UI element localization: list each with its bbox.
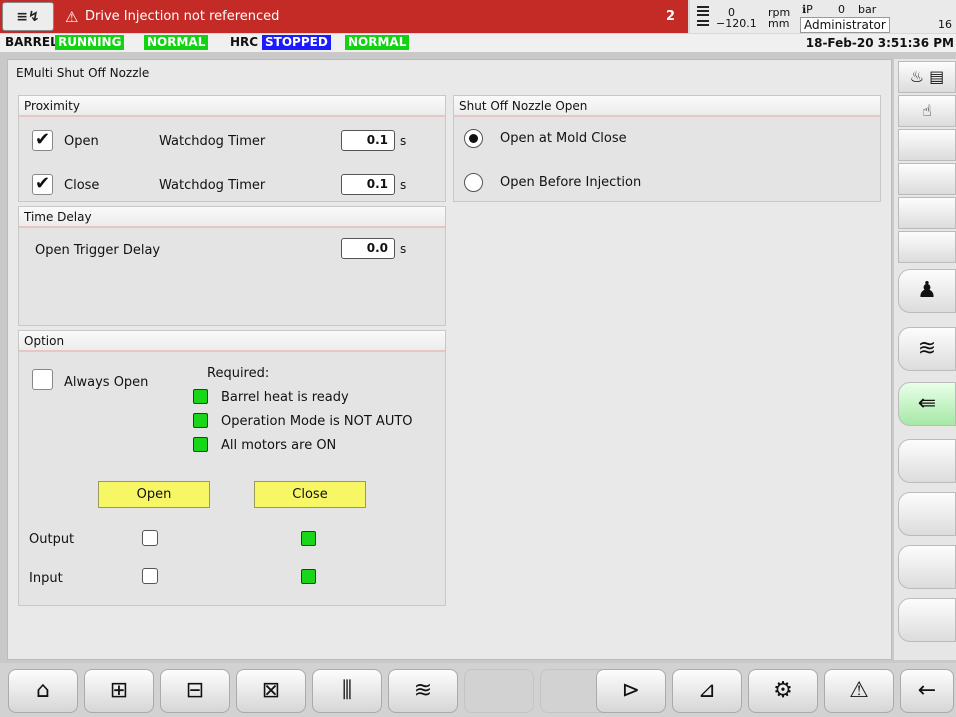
input-close-led [301, 569, 316, 584]
operation-mode-led [193, 413, 208, 428]
chart-icon[interactable]: ⊿ [672, 669, 742, 713]
datetime: 18-Feb-20 3:51:36 PM [805, 36, 954, 50]
injection-icon[interactable]: ⊠ [236, 669, 306, 713]
blank-button-1[interactable] [898, 129, 956, 161]
open-timer-unit: s [400, 134, 407, 148]
open-before-injection-radio[interactable] [464, 173, 483, 192]
user-field[interactable]: Administrator [800, 17, 890, 33]
req-operation-mode: Operation Mode is NOT AUTO [221, 414, 413, 429]
warning-icon: ⚠ [65, 8, 79, 26]
screw-position-value: −120.1 [716, 17, 757, 30]
main-panel: EMulti Shut Off Nozzle Proximity ✔ Open … [7, 59, 892, 660]
clamp-icon[interactable]: ⊟ [160, 669, 230, 713]
settings-icon[interactable]: ⚙ [748, 669, 818, 713]
open-checkbox[interactable]: ✔ [32, 130, 53, 151]
alarm-text: Drive Injection not referenced [85, 9, 280, 24]
blank-bottom-1[interactable] [464, 669, 534, 713]
user-extra: 16 [938, 18, 952, 31]
pressure-unit: bar [858, 3, 877, 16]
alarm-icon[interactable]: ⚠ [824, 669, 894, 713]
close-timer-input[interactable]: 0.1 [341, 174, 395, 195]
mm-unit: mm [768, 17, 790, 30]
temperature-icon[interactable]: ≋ [388, 669, 458, 713]
option-section: Option Always Open Required: Barrel heat… [18, 330, 446, 606]
option-header: Option [19, 331, 445, 352]
barrel-heat-led [193, 389, 208, 404]
close-timer-label: Watchdog Timer [159, 178, 266, 193]
bottom-nav: ⌂ ⊞ ⊟ ⊠ ⫼ ≋ ⊳ ⊿ ⚙ ⚠ ← [0, 663, 956, 717]
trigger-delay-input[interactable]: 0.0 [341, 238, 395, 259]
blank-button-3[interactable] [898, 197, 956, 229]
blank-nav-1[interactable] [898, 439, 956, 483]
trigger-delay-unit: s [400, 242, 407, 256]
home-icon[interactable]: ⌂ [8, 669, 78, 713]
blank-button-2[interactable] [898, 163, 956, 195]
open-at-mold-close-label: Open at Mold Close [500, 131, 627, 146]
barrel-mode: NORMAL [144, 35, 209, 50]
trigger-delay-label: Open Trigger Delay [35, 243, 161, 258]
open-timer-input[interactable]: 0.1 [341, 130, 395, 151]
open-before-injection-label: Open Before Injection [500, 175, 642, 190]
blank-nav-2[interactable] [898, 492, 956, 536]
input-label: Input [29, 571, 63, 586]
blank-nav-4[interactable] [898, 598, 956, 642]
operator-icon[interactable]: ♟ [898, 269, 956, 313]
always-open-label: Always Open [64, 375, 149, 390]
barrel-state: RUNNING [55, 35, 125, 50]
alarm-banner[interactable]: ≡↯ ⚠ Drive Injection not referenced 2 [0, 0, 688, 33]
hrc-label: HRC [230, 35, 259, 49]
alarm-list-button[interactable]: ≡↯ [2, 2, 54, 31]
blank-button-4[interactable] [898, 231, 956, 263]
screw-settings-icon[interactable]: ≋ [898, 327, 956, 371]
right-sidebar: ♨ ▤ ☝ ♟ ≋ ⇚ [894, 59, 956, 660]
pressure-value: 0 [838, 3, 845, 16]
hrc-mode: NORMAL [345, 35, 410, 50]
output-open-indicator [142, 530, 158, 546]
close-button[interactable]: Close [254, 481, 366, 508]
blank-nav-3[interactable] [898, 545, 956, 589]
hand-icon[interactable]: ☝ [898, 95, 956, 127]
output-label: Output [29, 532, 75, 547]
mold-icon[interactable]: ⊞ [84, 669, 154, 713]
close-label: Close [64, 178, 100, 193]
alarm-count: 2 [666, 9, 676, 24]
always-open-checkbox[interactable] [32, 369, 53, 390]
proximity-header: Proximity [19, 96, 445, 117]
req-barrel-heat: Barrel heat is ready [221, 390, 349, 405]
nozzle-icon[interactable]: ⇚ [898, 382, 956, 426]
pressure-label: ℹP [802, 3, 813, 16]
machine-gauges: 0 −120.1 rpm mm ℹP 0 bar Administrator 1… [690, 0, 956, 33]
time-delay-section: Time Delay Open Trigger Delay 0.0 s [18, 206, 446, 326]
barrel-label: BARREL [5, 35, 58, 49]
input-open-indicator [142, 568, 158, 584]
close-timer-unit: s [400, 178, 407, 192]
output-close-led [301, 531, 316, 546]
back-arrow-icon[interactable]: ← [900, 669, 954, 713]
heater-zones-icon[interactable]: ⫼ [312, 669, 382, 713]
ejector-icon[interactable]: ⊳ [596, 669, 666, 713]
required-label: Required: [207, 366, 270, 381]
hrc-state: STOPPED [262, 35, 331, 50]
proximity-section: Proximity ✔ Open Watchdog Timer 0.1 s ✔ … [18, 95, 446, 202]
open-timer-label: Watchdog Timer [159, 134, 266, 149]
open-button[interactable]: Open [98, 481, 210, 508]
heater-icon[interactable]: ♨ ▤ [898, 61, 956, 93]
close-checkbox[interactable]: ✔ [32, 174, 53, 195]
time-delay-header: Time Delay [19, 207, 445, 228]
req-motors-on: All motors are ON [221, 438, 337, 453]
shutoff-header: Shut Off Nozzle Open [454, 96, 880, 117]
screw-icon [697, 6, 709, 26]
shutoff-section: Shut Off Nozzle Open Open at Mold Close … [453, 95, 881, 202]
open-label: Open [64, 134, 99, 149]
open-at-mold-close-radio[interactable] [464, 129, 483, 148]
app-root: ≡↯ ⚠ Drive Injection not referenced 2 0 … [0, 0, 956, 717]
motors-led [193, 437, 208, 452]
status-row: BARREL RUNNING NORMAL HRC STOPPED NORMAL… [0, 34, 956, 52]
screen-title: EMulti Shut Off Nozzle [16, 66, 150, 80]
